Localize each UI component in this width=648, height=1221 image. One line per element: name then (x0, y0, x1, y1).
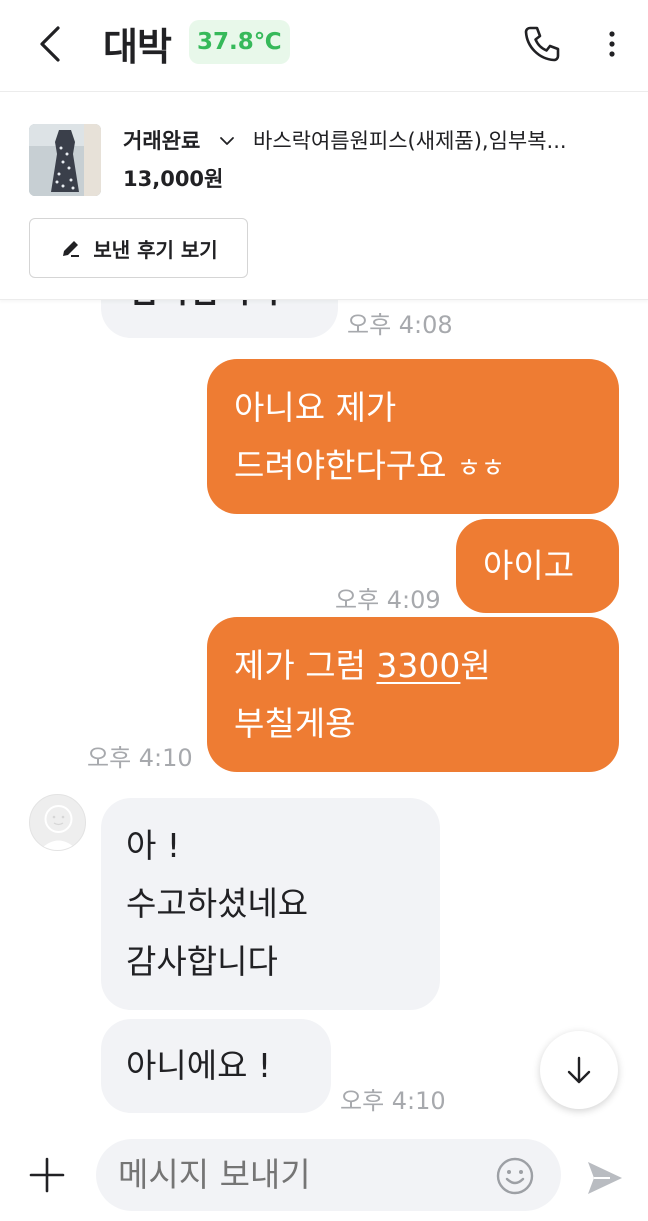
back-button[interactable] (28, 20, 76, 68)
plus-icon (29, 1157, 65, 1193)
view-sent-review-button[interactable]: 보낸 후기 보기 (29, 218, 248, 278)
message-bubble-outgoing[interactable]: 제가 그럼 3300원 부칠게용 (207, 617, 619, 772)
product-title: 바스락여름원피스(새제품),임부복... (253, 129, 567, 153)
message-time: 오후 4:10 (87, 744, 193, 772)
message-text-part: 제가 그럼 (234, 646, 377, 685)
send-button[interactable] (584, 1157, 626, 1199)
message-time: 오후 4:09 (335, 586, 441, 614)
message-bubble-incoming[interactable]: 아니에요 ! (101, 1019, 331, 1113)
trade-status[interactable]: 거래완료 (123, 125, 200, 155)
message-text-line: 아이고 (483, 546, 575, 585)
avatar[interactable] (29, 794, 86, 851)
scroll-to-bottom-button[interactable] (540, 1031, 618, 1109)
message-bubble-incoming[interactable]: 감사합니다 (101, 300, 338, 338)
product-thumbnail[interactable] (29, 124, 101, 196)
message-bubble-outgoing[interactable]: 아이고 (456, 519, 619, 613)
product-price: 13,000원 (123, 167, 224, 191)
message-composer (0, 1121, 648, 1221)
more-options-button[interactable] (598, 20, 626, 68)
message-bubble-outgoing[interactable]: 아니요 제가 드려야한다구요 ㅎㅎ (207, 359, 619, 514)
message-list[interactable]: 감사합니다 오후 4:08 아니요 제가 드려야한다구요 ㅎㅎ 아이고 오후 4… (0, 300, 648, 1121)
message-time: 오후 4:08 (347, 311, 453, 339)
product-info-card[interactable]: 거래완료 바스락여름원피스(새제품),임부복... 13,000원 보낸 후기 … (0, 93, 648, 300)
message-bubble-incoming[interactable]: 아 ! 수고하셨네요 감사합니다 (101, 798, 440, 1010)
message-text-line: 아 ! (126, 826, 181, 865)
message-text: 감사합니다 (101, 300, 338, 320)
smiley-icon (496, 1157, 534, 1195)
message-text-part: 원 (460, 646, 491, 685)
message-text-suffix: ㅎㅎ (457, 454, 505, 484)
message-text-line: 수고하셨네요 (126, 884, 309, 923)
default-profile-icon (40, 805, 77, 850)
manner-temperature-badge[interactable]: 37.8℃ (189, 20, 290, 64)
chevron-down-icon (220, 137, 234, 145)
more-vertical-icon (609, 31, 615, 57)
message-input[interactable] (118, 1155, 478, 1194)
back-arrow-icon (40, 26, 60, 62)
phone-icon (524, 26, 560, 62)
message-input-container[interactable] (96, 1139, 561, 1211)
arrow-down-icon (567, 1056, 591, 1084)
message-amount-link[interactable]: 3300 (376, 646, 460, 685)
status-dropdown-toggle[interactable] (217, 131, 237, 151)
send-icon (588, 1162, 622, 1194)
call-button[interactable] (518, 20, 566, 68)
message-text-line: 아니요 제가 (234, 388, 397, 427)
review-button-label: 보낸 후기 보기 (93, 237, 218, 262)
message-text-line: 부칠게용 (234, 704, 356, 743)
message-text-line: 아니에요 ! (126, 1046, 272, 1085)
message-text-line: 감사합니다 (126, 942, 278, 981)
chat-header: 대박 37.8℃ (0, 0, 648, 92)
message-text-line: 드려야한다구요 (234, 446, 447, 485)
pencil-icon (63, 241, 80, 257)
emoji-button[interactable] (494, 1155, 536, 1197)
attach-button[interactable] (27, 1155, 67, 1195)
chat-partner-name: 대박 (103, 25, 172, 69)
message-time: 오후 4:10 (340, 1087, 446, 1115)
